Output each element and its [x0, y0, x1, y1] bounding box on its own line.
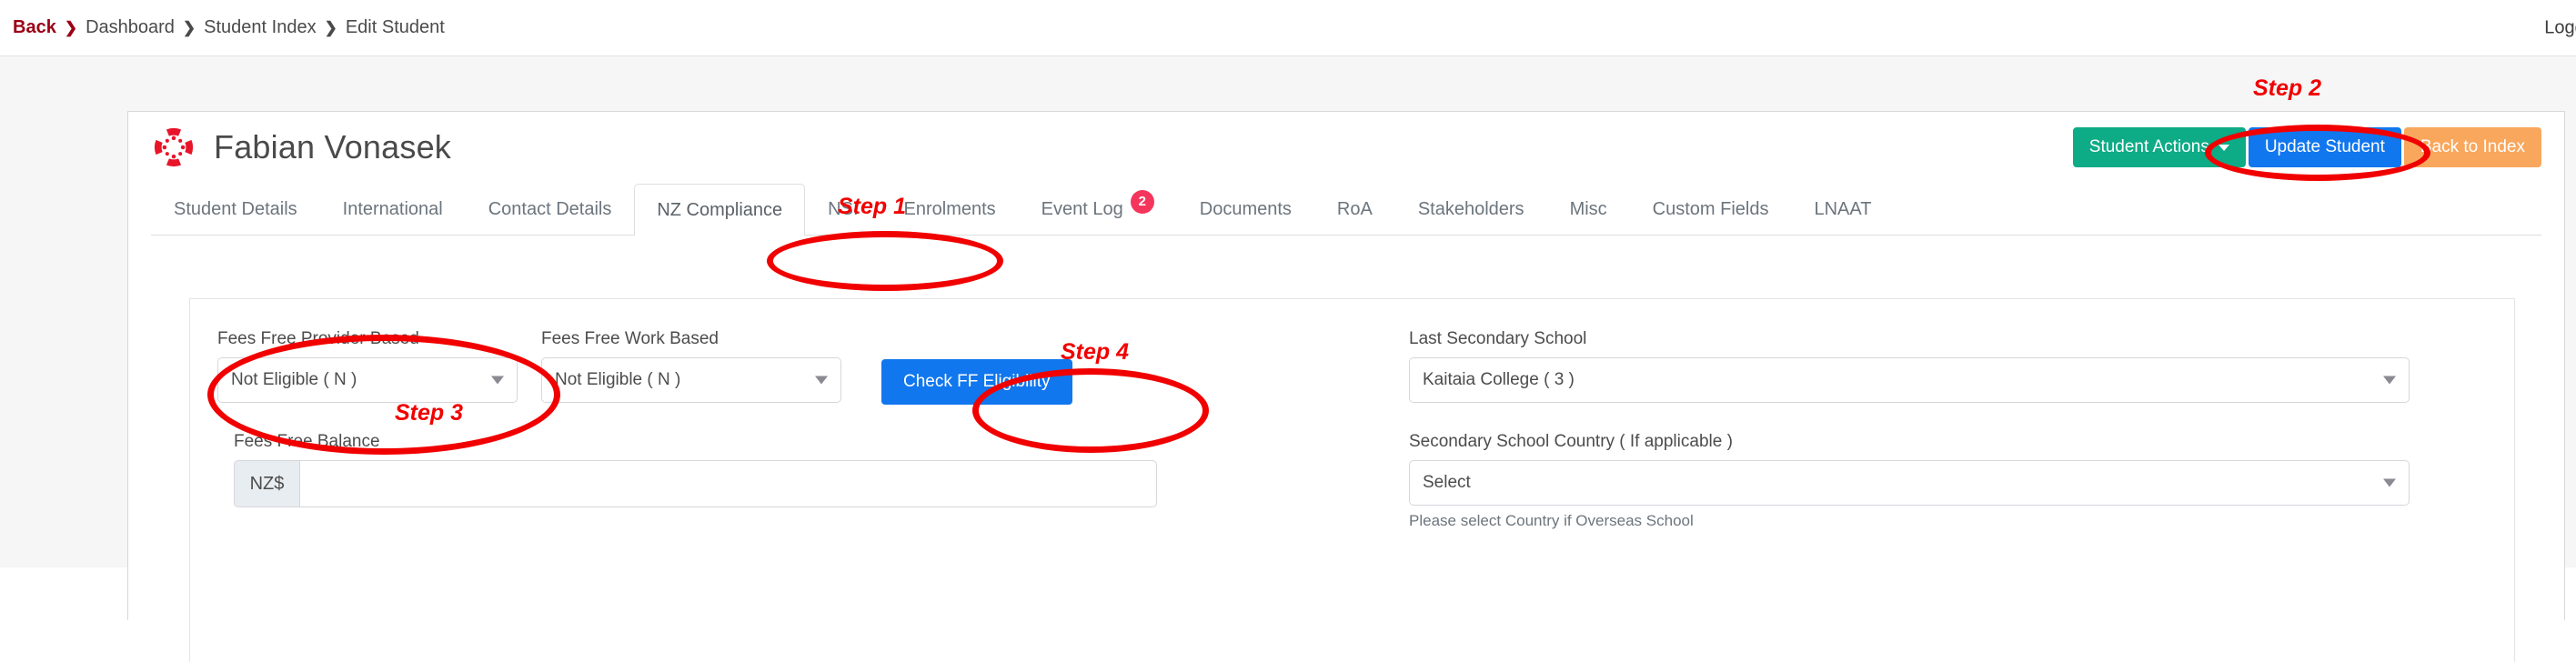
- form-column-left: Fees Free Provider Based Not Eligible ( …: [217, 329, 1373, 559]
- tab-custom-fields[interactable]: Custom Fields: [1630, 184, 1792, 235]
- last-secondary-school-select[interactable]: Kaitaia College ( 3 ): [1409, 357, 2410, 403]
- breadcrumb-item-edit-student: Edit Student: [345, 17, 445, 37]
- chevron-down-icon: [491, 376, 504, 385]
- fees-free-provider-based-label: Fees Free Provider Based: [217, 329, 419, 348]
- breadcrumb-back-link[interactable]: Back: [13, 17, 56, 38]
- tab-contact-details[interactable]: Contact Details: [466, 184, 635, 235]
- page-body: Fabian Vonasek Student Actions Update St…: [0, 56, 2576, 662]
- secondary-school-country-value: Select: [1423, 473, 1471, 492]
- check-eligibility-wrap: Check FF Eligibility: [881, 329, 1072, 405]
- nz-compliance-panel: Fees Free Provider Based Not Eligible ( …: [189, 298, 2515, 662]
- chevron-down-icon: [2383, 478, 2396, 487]
- breadcrumb-separator-icon: ❯: [64, 19, 78, 36]
- chevron-down-icon: [2218, 144, 2229, 151]
- card-header: Fabian Vonasek Student Actions Update St…: [128, 112, 2564, 183]
- fees-free-balance-label: Fees Free Balance: [234, 432, 380, 451]
- tab-stakeholders[interactable]: Stakeholders: [1395, 184, 1547, 235]
- tab-bar: Student Details International Contact De…: [151, 183, 2541, 236]
- fees-free-work-based-field: Fees Free Work Based Not Eligible ( N ): [541, 329, 841, 405]
- fees-free-work-based-value: Not Eligible ( N ): [555, 370, 681, 389]
- page-title: Fabian Vonasek: [214, 128, 451, 166]
- fees-free-balance-input-group: NZ$: [234, 460, 1157, 507]
- check-ff-eligibility-button[interactable]: Check FF Eligibility: [881, 359, 1072, 405]
- secondary-school-country-label: Secondary School Country ( If applicable…: [1409, 432, 1733, 451]
- tab-documents[interactable]: Documents: [1177, 184, 1314, 235]
- breadcrumb: Back ❯ Dashboard ❯ Student Index ❯ Edit …: [13, 17, 445, 38]
- fees-free-provider-based-select[interactable]: Not Eligible ( N ): [217, 357, 518, 403]
- fees-free-work-based-label: Fees Free Work Based: [541, 329, 719, 348]
- tab-event-log-label: Event Log: [1041, 199, 1123, 219]
- form-column-right: Last Secondary School Kaitaia College ( …: [1373, 329, 2455, 559]
- nz-compliance-form: Fees Free Provider Based Not Eligible ( …: [190, 299, 2514, 559]
- header-actions: Student Actions Update Student Back to I…: [2072, 127, 2541, 167]
- student-card: Fabian Vonasek Student Actions Update St…: [127, 111, 2565, 662]
- fees-free-balance-input[interactable]: [299, 460, 1157, 507]
- breadcrumb-item-student-index[interactable]: Student Index: [204, 17, 316, 38]
- tab-misc[interactable]: Misc: [1547, 184, 1630, 235]
- event-log-badge: 2: [1130, 189, 1154, 214]
- breadcrumb-item-dashboard[interactable]: Dashboard: [86, 17, 175, 38]
- breadcrumb-separator-icon: ❯: [182, 19, 196, 36]
- secondary-school-country-help: Please select Country if Overseas School: [1409, 512, 1694, 529]
- fees-free-provider-based-value: Not Eligible ( N ): [231, 370, 357, 389]
- tab-lnaat[interactable]: LNAAT: [1791, 184, 1894, 235]
- fees-free-provider-based-field: Fees Free Provider Based Not Eligible ( …: [217, 329, 518, 405]
- last-secondary-school-value: Kaitaia College ( 3 ): [1423, 370, 1575, 389]
- fees-free-work-based-select[interactable]: Not Eligible ( N ): [541, 357, 841, 403]
- tab-international[interactable]: International: [320, 184, 466, 235]
- student-actions-label: Student Actions: [2088, 137, 2209, 156]
- secondary-school-country-field: Secondary School Country ( If applicable…: [1409, 432, 2455, 530]
- tab-event-log[interactable]: Event Log 2: [1019, 184, 1177, 235]
- tab-student-details[interactable]: Student Details: [151, 184, 320, 235]
- tab-enrolments[interactable]: Enrolments: [881, 184, 1019, 235]
- fees-free-balance-field: Fees Free Balance NZ$: [217, 432, 1373, 507]
- last-secondary-school-field: Last Secondary School Kaitaia College ( …: [1409, 329, 2455, 403]
- fees-free-row: Fees Free Provider Based Not Eligible ( …: [217, 329, 1373, 405]
- tab-nsi[interactable]: NSI: [805, 184, 880, 235]
- logged-in-label: Logged: [2544, 17, 2576, 37]
- chevron-down-icon: [2383, 376, 2396, 385]
- update-student-button[interactable]: Update Student: [2248, 127, 2401, 167]
- secondary-school-country-select[interactable]: Select: [1409, 460, 2410, 506]
- currency-addon-nzd: NZ$: [234, 460, 299, 507]
- breadcrumb-bar: Back ❯ Dashboard ❯ Student Index ❯ Edit …: [0, 0, 2576, 56]
- student-actions-button[interactable]: Student Actions: [2072, 127, 2246, 167]
- chevron-down-icon: [815, 376, 828, 385]
- tab-roa[interactable]: RoA: [1314, 184, 1395, 235]
- canvas-logo-icon: [154, 127, 194, 167]
- student-identity: Fabian Vonasek: [154, 127, 451, 167]
- breadcrumb-separator-icon: ❯: [324, 19, 337, 36]
- last-secondary-school-label: Last Secondary School: [1409, 329, 1587, 348]
- back-to-index-button[interactable]: Back to Index: [2403, 127, 2541, 167]
- tab-nz-compliance[interactable]: NZ Compliance: [634, 184, 806, 236]
